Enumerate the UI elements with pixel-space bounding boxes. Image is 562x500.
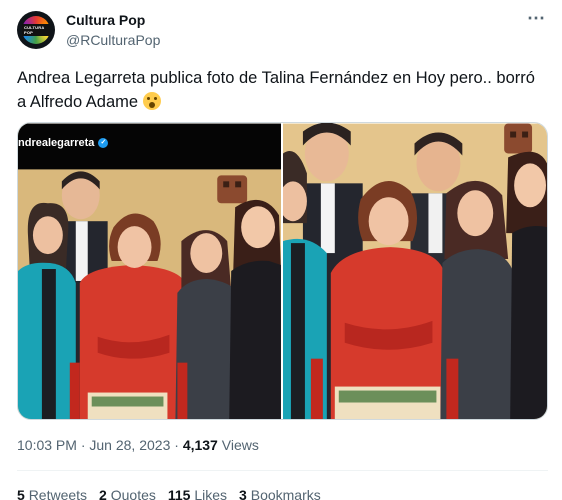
more-options-icon[interactable]: ⋯: [527, 9, 546, 27]
retweets-label: Retweets: [28, 487, 88, 500]
views-label: Views: [221, 437, 259, 453]
likes-count: 115: [167, 487, 191, 500]
verified-badge-icon: ✓: [98, 138, 109, 148]
photo-left[interactable]: [18, 123, 281, 420]
retweets-stat[interactable]: 5 Retweets: [17, 487, 87, 500]
quotes-label: Quotes: [110, 487, 156, 500]
bookmarks-stat[interactable]: 3 Bookmarks: [239, 487, 321, 500]
meta-separator: ·: [80, 437, 86, 453]
divider: [17, 470, 548, 471]
quotes-stat[interactable]: 2 Quotes: [99, 487, 156, 500]
tweet-time[interactable]: 10:03 PM: [17, 437, 77, 453]
bookmarks-label: Bookmarks: [250, 487, 321, 500]
rainbow-logo-icon: CULTURA POP: [22, 16, 50, 44]
screaming-face-icon: [142, 92, 161, 110]
tweet-date[interactable]: Jun 28, 2023: [89, 437, 170, 453]
likes-label: Likes: [194, 487, 228, 500]
author-handle[interactable]: @RCulturaPop: [66, 32, 160, 48]
meta-separator-2: ·: [174, 437, 179, 453]
likes-stat[interactable]: 115 Likes: [168, 487, 227, 500]
photo-right[interactable]: [283, 123, 547, 420]
retweets-count: 5: [17, 487, 25, 500]
views-count: 4,137: [182, 437, 218, 453]
engagement-stats: 5 Retweets 2 Quotes 115 Likes 3 Bookmark…: [17, 487, 321, 500]
tweet-text-content: Andrea Legarreta publica foto de Talina …: [17, 69, 535, 111]
overlay-username: ndrealegarreta: [18, 137, 95, 149]
tweet-text: Andrea Legarreta publica foto de Talina …: [17, 66, 547, 114]
avatar-text: CULTURA POP: [22, 24, 50, 36]
tweet-media[interactable]: ndrealegarreta ✓: [17, 122, 548, 420]
bookmarks-count: 3: [239, 487, 247, 500]
photo-username-overlay: ndrealegarreta ✓: [18, 137, 109, 149]
avatar[interactable]: CULTURA POP: [17, 11, 55, 49]
tweet-meta: 10:03 PM · Jun 28, 2023 · 4,137 Views: [17, 437, 259, 453]
quotes-count: 2: [99, 487, 107, 500]
author-name[interactable]: Cultura Pop: [66, 12, 145, 28]
